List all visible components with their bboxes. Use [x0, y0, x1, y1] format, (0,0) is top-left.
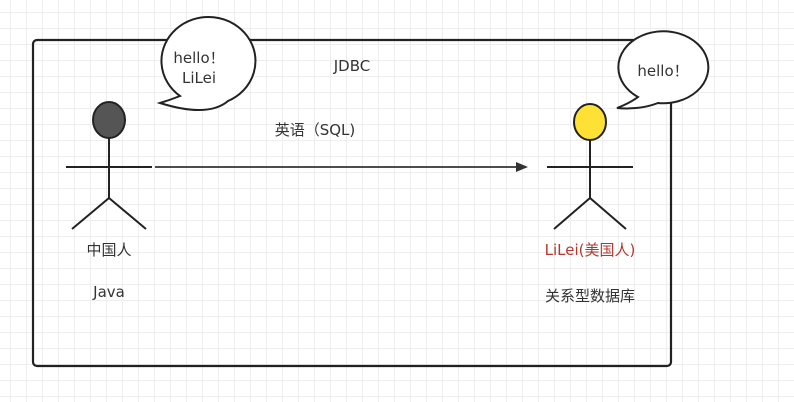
left-speech-bubble: hello！ LiLei: [156, 16, 257, 112]
right-actor-leg-right: [589, 197, 627, 230]
right-speech-line-1: hello！: [637, 62, 688, 80]
right-speech-bubble: hello！: [616, 30, 710, 110]
jdbc-label: JDBC: [333, 57, 370, 75]
right-actor-name: LiLei(美国人): [545, 241, 636, 259]
left-actor: [66, 101, 152, 230]
right-actor: [547, 103, 633, 230]
right-actor-leg-left: [553, 197, 591, 230]
left-actor-head: [92, 101, 126, 139]
frame-box: [31, 38, 673, 368]
diagram-svg: hello！ LiLei hello！ JDBC 英语（SQL) 中国人 Jav…: [31, 16, 710, 368]
left-actor-role: Java: [92, 283, 125, 301]
left-actor-name: 中国人: [86, 241, 131, 259]
left-speech-line-2: LiLei: [182, 69, 216, 87]
right-actor-head: [573, 103, 607, 141]
diagram-canvas: hello！ LiLei hello！ JDBC 英语（SQL) 中国人 Jav…: [0, 0, 794, 402]
left-actor-leg-right: [108, 197, 147, 230]
arrow-label: 英语（SQL): [275, 121, 356, 139]
right-actor-role: 关系型数据库: [545, 287, 635, 305]
left-speech-line-1: hello！: [173, 49, 224, 67]
left-actor-leg-left: [71, 197, 110, 230]
